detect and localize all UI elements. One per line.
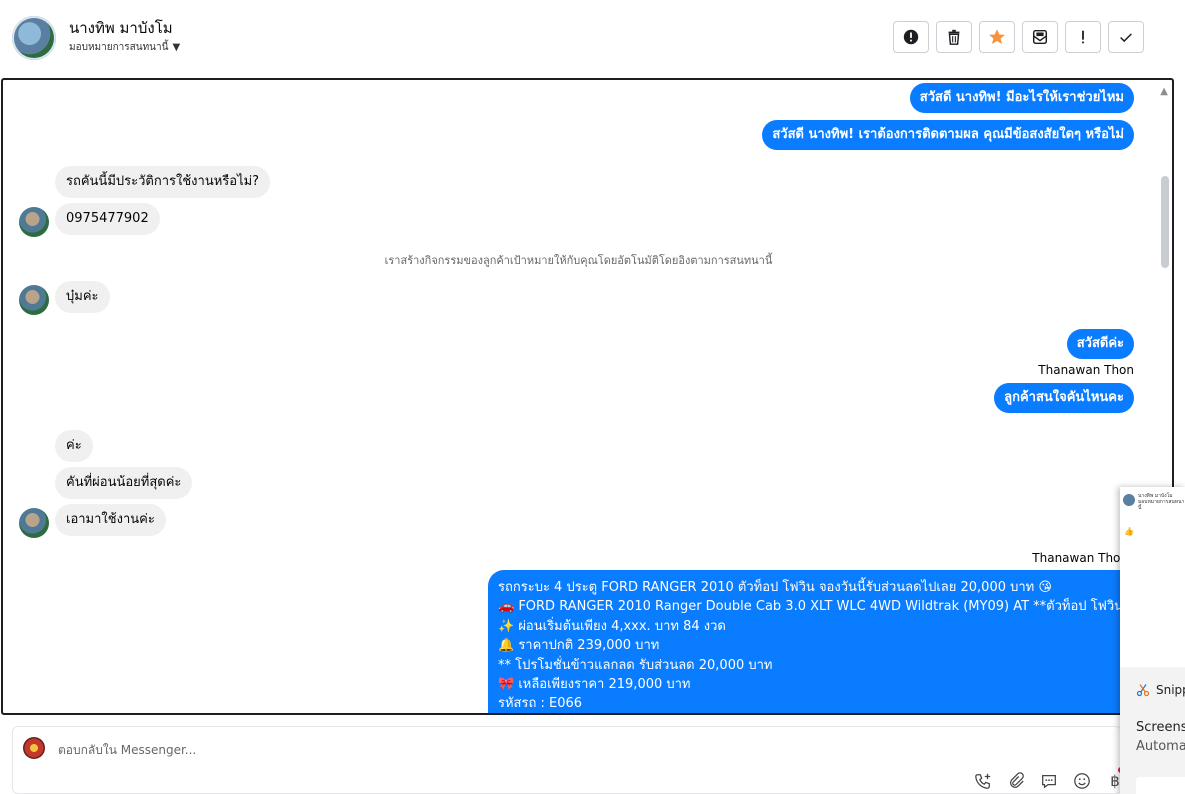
- follow-up-button[interactable]: [1065, 21, 1101, 53]
- saved-reply-icon[interactable]: [1039, 771, 1059, 791]
- assign-conversation-dropdown[interactable]: มอบหมายการสนทนานี้ ▼: [69, 40, 180, 55]
- snip-app-label: Snipp: [1136, 683, 1185, 697]
- scrollbar-thumb[interactable]: [1161, 176, 1169, 268]
- message-incoming: คันที่ผ่อนน้อยที่สุดค่ะ: [55, 467, 193, 499]
- paperclip-icon[interactable]: [1006, 771, 1026, 791]
- scroll-up-arrow-icon[interactable]: ▲: [1160, 86, 1168, 97]
- message-outgoing: สวัสดี นางทิพ! เราต้องการติดตามผล คุณมีข…: [762, 120, 1134, 150]
- composer-tools: ฿: [973, 771, 1125, 791]
- message-incoming: ค่ะ: [55, 430, 93, 462]
- trash-icon: [948, 29, 960, 45]
- scissors-icon: [1136, 684, 1150, 697]
- message-outgoing: สวัสดีค่ะ: [1066, 329, 1134, 359]
- mark-done-button[interactable]: [1108, 21, 1144, 53]
- sender-name: Thanawan Thon: [1038, 363, 1134, 377]
- contact-chat-avatar: [19, 207, 49, 237]
- toast-title: Screensh: [1136, 720, 1185, 735]
- message-line: รหัสรถ : E066: [498, 696, 583, 712]
- report-spam-button[interactable]: [893, 21, 929, 53]
- header-actions: [893, 21, 1144, 53]
- contact-avatar[interactable]: [12, 16, 56, 60]
- message-incoming: บุ๋มค่ะ: [55, 281, 110, 313]
- system-note: เราสร้างกิจกรรมของลูกค้าเป้าหมายให้กับคุ…: [384, 254, 773, 267]
- message-line: ✨ ผ่อนเริ่มต้นเพียง 4,xxx. บาท 84 งวด: [498, 618, 726, 634]
- contact-chat-avatar: [19, 285, 49, 315]
- message-line: 🚗 FORD RANGER 2010 Ranger Double Cab 3.0…: [498, 599, 1124, 615]
- message-incoming: เอามาใช้งานค่ะ: [55, 504, 166, 536]
- check-icon: [1120, 33, 1132, 43]
- mini-header: นางทิพ มาบังโม มอบหมายการสนทนานี้: [1138, 493, 1185, 511]
- thumbs-up-icon: 👍: [1124, 527, 1134, 536]
- alert-circle-icon: [903, 29, 919, 45]
- message-incoming: 0975477902: [55, 203, 160, 235]
- snipping-notification-overlay: นางทิพ มาบังโม มอบหมายการสนทนานี้ 👍 Snip…: [1120, 487, 1185, 794]
- message-line: 🔔 ราคาปกติ 239,000 บาท: [498, 638, 660, 654]
- star-icon: [989, 29, 1005, 45]
- message-outgoing: ลูกค้าสนใจคันไหนคะ: [994, 383, 1134, 413]
- message-outgoing: สวัสดี นางทิพ! มีอะไรให้เราช่วยไหม: [909, 83, 1134, 113]
- mini-chat-preview: นางทิพ มาบังโม มอบหมายการสนทนานี้ 👍: [1120, 487, 1185, 668]
- conversation-header: นางทิพ มาบังโม มอบหมายการสนทนานี้ ▼: [0, 0, 1176, 76]
- mini-sub: มอบหมายการสนทนานี้: [1138, 499, 1185, 511]
- caret-down-icon: ▼: [172, 42, 181, 53]
- sender-name: Thanawan Thon: [1032, 551, 1128, 565]
- toast-thumbnail[interactable]: [1136, 777, 1185, 794]
- mark-unread-icon: [1032, 29, 1048, 45]
- emoji-icon[interactable]: [1072, 771, 1092, 791]
- message-line: ** โปรโมชั่นข้าวแลกลด รับส่วนลด 20,000 บ…: [498, 657, 773, 673]
- page-avatar: [23, 737, 45, 759]
- reply-composer[interactable]: ตอบกลับใน Messenger... ฿: [12, 726, 1125, 794]
- assign-conversation-label: มอบหมายการสนทนานี้: [69, 42, 169, 53]
- message-incoming: รถคันนี้มีประวัติการใช้งานหรือไม่?: [55, 166, 271, 198]
- snip-toast[interactable]: Snipp Screensh Automa: [1120, 667, 1185, 794]
- message-line: 🎀 เหลือเพียงราคา 219,000 บาท: [498, 677, 691, 693]
- exclamation-icon: [1082, 30, 1084, 44]
- toast-body: Automa: [1136, 739, 1185, 754]
- message-thread[interactable]: ▲ สวัสดี นางทิพ! มีอะไรให้เราช่วยไหม สวั…: [1, 78, 1174, 715]
- reply-input[interactable]: ตอบกลับใน Messenger...: [58, 741, 196, 760]
- delete-button[interactable]: [936, 21, 972, 53]
- phone-plus-icon[interactable]: [973, 771, 993, 791]
- message-outgoing-long: รถกระบะ 4 ประตู FORD RANGER 2010 ตัวท็อป…: [488, 570, 1128, 713]
- contact-chat-avatar: [19, 508, 49, 538]
- mark-unread-button[interactable]: [1022, 21, 1058, 53]
- message-line: รถกระบะ 4 ประตู FORD RANGER 2010 ตัวท็อป…: [498, 580, 1052, 595]
- mini-avatar: [1123, 494, 1135, 506]
- contact-name: นางทิพ มาบังโม: [69, 19, 173, 37]
- snip-label: Snipp: [1156, 683, 1185, 697]
- star-button[interactable]: [979, 21, 1015, 53]
